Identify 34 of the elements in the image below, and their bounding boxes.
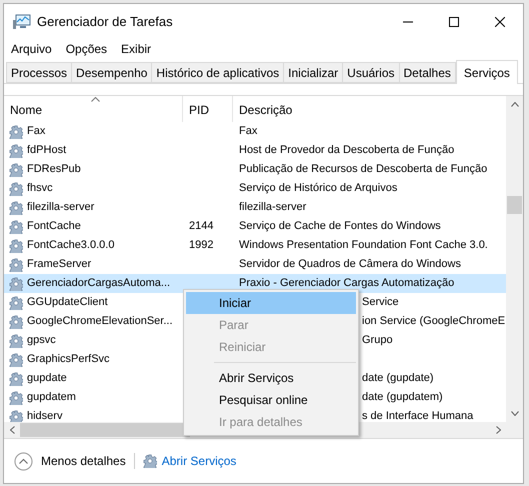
table-cell: filezilla-server (239, 201, 306, 214)
table-cell: Serviço de Cache de Fontes do Windows (239, 220, 441, 232)
table-cell-text: fdPHost (27, 143, 66, 158)
table-cell: Windows Presentation Foundation Font Cache 3.0. (239, 239, 488, 252)
table-cell-text: GraphicsPerfSvc (27, 352, 110, 368)
table-cell-text: FontCache (27, 219, 81, 234)
table-cell: Praxio - Gerenciador Cargas Automatização (239, 277, 454, 290)
table-cell: s de Interface Humana (362, 410, 474, 422)
table-cell-text: FontCache3.0.0.0 (27, 238, 114, 254)
table-cell-text: hidserv (27, 409, 62, 422)
table-cell-text: GGUpdateClient (27, 295, 108, 310)
window-title: Gerenciador de Tarefas (37, 12, 173, 31)
table-cell: Host de Provedor da Descoberta de Função (239, 144, 454, 156)
table-cell: 1992 (189, 239, 214, 252)
table-cell-text: gupdatem (27, 390, 76, 406)
table-cell: Servidor de Quadros de Câmera do Windows (239, 258, 461, 270)
table-cell: date (gupdate) (362, 372, 434, 384)
table-cell: Service (362, 296, 399, 308)
table-cell-text: filezilla-server (27, 200, 94, 216)
table-cell-text: GerenciadorCargasAutoma... (27, 276, 170, 292)
table-cell-text: GoogleChromeElevationSer... (27, 314, 173, 330)
table-cell: Grupo (362, 334, 393, 346)
table-cell: date (gupdatem) (362, 391, 443, 404)
table-cell-text: Fax (27, 124, 46, 140)
table-cell-text: fhsvc (27, 181, 53, 196)
table-cell: Serviço de Histórico de Arquivos (239, 182, 398, 194)
table-cell-text: FDResPub (27, 162, 81, 178)
table-cell: Fax (239, 125, 258, 138)
table-cell: 2144 (189, 220, 214, 232)
table-cell: ion Service (GoogleChromeE (362, 315, 506, 328)
table-cell-text: gupdate (27, 371, 67, 386)
table-cell: Publicação de Recursos de Descoberta de Função (239, 163, 488, 176)
table-cell-text: gpsvc (27, 333, 56, 348)
table-cell-text: FrameServer (27, 257, 92, 272)
